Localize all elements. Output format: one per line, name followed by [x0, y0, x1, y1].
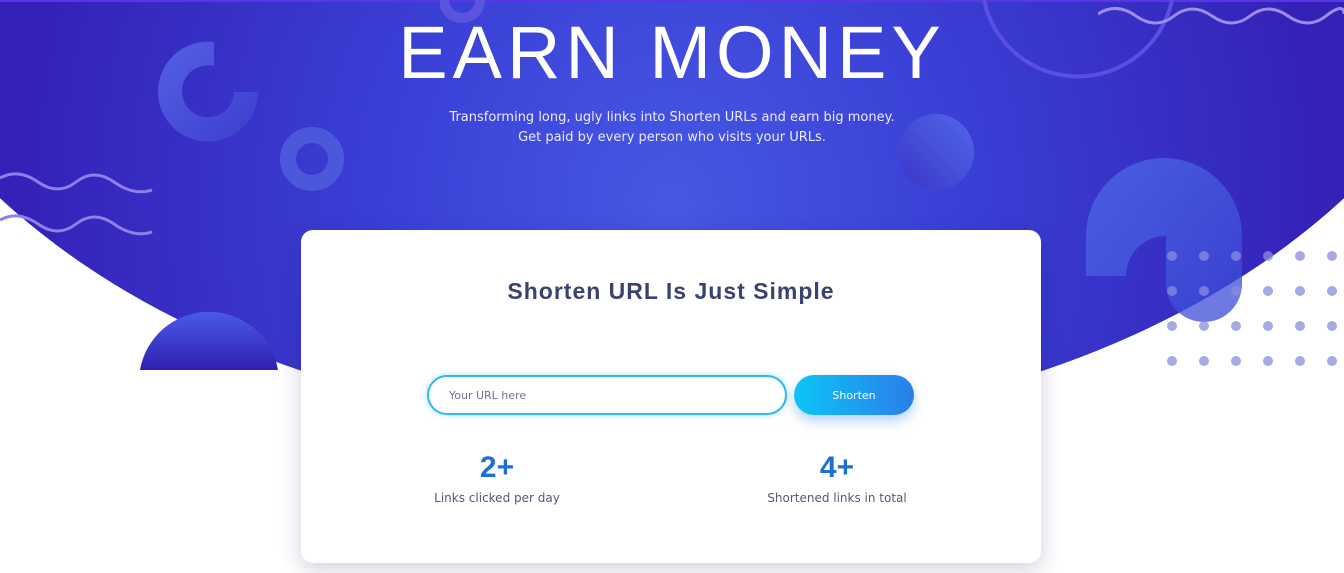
card-title: Shorten URL Is Just Simple — [507, 278, 835, 304]
url-input[interactable] — [427, 375, 787, 415]
half-circle-left-icon — [140, 311, 278, 370]
dot-grid-icon — [1167, 251, 1337, 366]
stat-label: Shortened links in total — [767, 491, 907, 505]
stat-shortened-links: 4+ Shortened links in total — [707, 448, 967, 508]
stat-value: 2+ — [479, 451, 515, 484]
stat-links-clicked: 2+ Links clicked per day — [367, 448, 627, 508]
hero-subtitle-line2: Get paid by every person who visits your… — [518, 130, 826, 145]
stat-value: 4+ — [819, 451, 855, 484]
stat-label: Links clicked per day — [434, 491, 560, 505]
hero-subtitle-line1: Transforming long, ugly links into Short… — [449, 110, 895, 125]
shorten-card: Shorten URL Is Just Simple Shorten 2+ Li… — [301, 230, 1041, 563]
shorten-button[interactable]: Shorten — [794, 375, 914, 415]
hero-title: EARN MONEY — [398, 11, 946, 94]
wave-lines-left-icon — [0, 172, 153, 236]
